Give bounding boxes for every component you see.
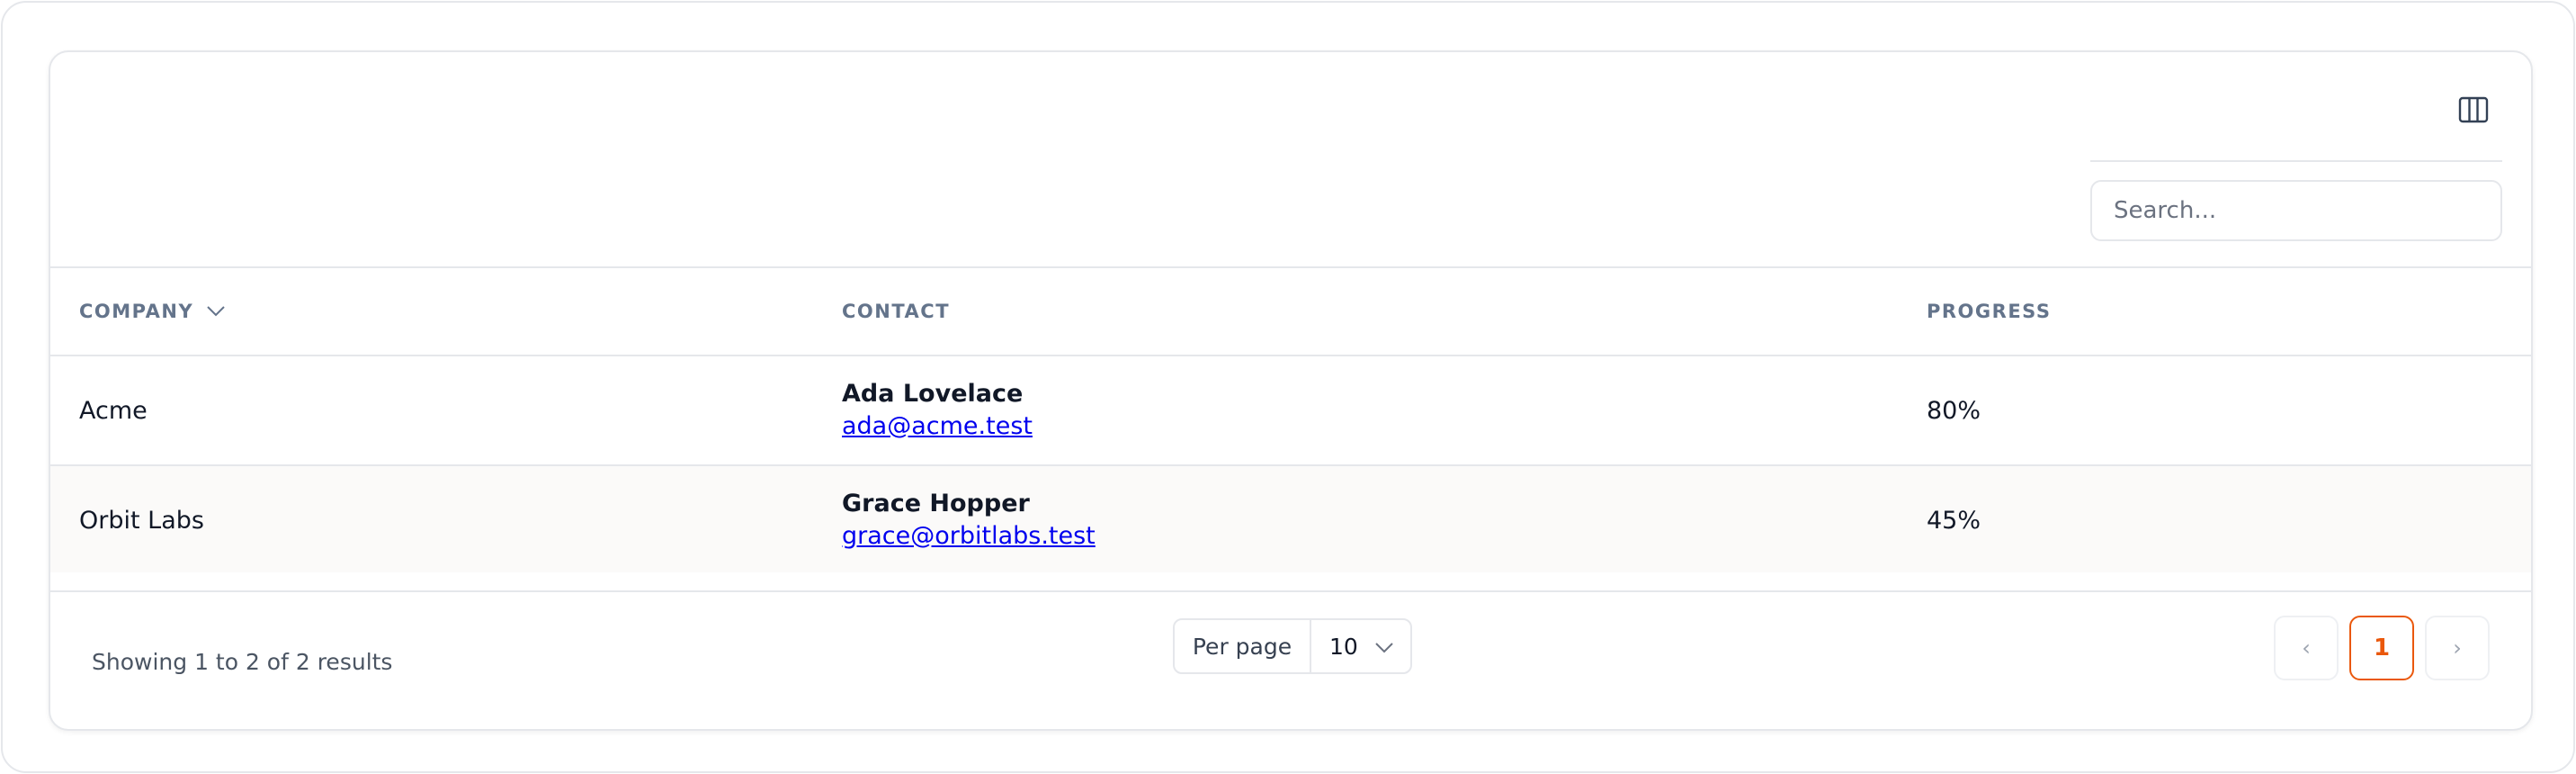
- contact-cell: Grace Hopper grace@orbitlabs.test: [842, 466, 1096, 574]
- chevron-down-icon: [1374, 634, 1394, 660]
- table-card: COMPANY CONTACT PROGRESS Acme Ada Lovela…: [49, 50, 2533, 731]
- per-page-control: Per page 10: [1173, 618, 1412, 674]
- footer-divider: [50, 590, 2531, 592]
- progress-cell: 45%: [1927, 506, 1981, 535]
- columns-icon: [2458, 96, 2489, 127]
- column-header-label: CONTACT: [842, 301, 951, 322]
- table-row: Orbit Labs Grace Hopper grace@orbitlabs.…: [50, 464, 2531, 572]
- previous-page-button[interactable]: ‹: [2274, 616, 2339, 680]
- company-cell: Orbit Labs: [79, 506, 204, 535]
- page-frame: COMPANY CONTACT PROGRESS Acme Ada Lovela…: [1, 1, 2575, 773]
- pagination: ‹ 1 ›: [2274, 616, 2490, 680]
- contact-cell: Ada Lovelace ada@acme.test: [842, 356, 1033, 464]
- column-header-contact: CONTACT: [842, 268, 950, 355]
- per-page-select[interactable]: 10: [1311, 620, 1410, 672]
- contact-email-link[interactable]: grace@orbitlabs.test: [842, 520, 1096, 553]
- contact-name: Ada Lovelace: [842, 380, 1024, 408]
- column-header-label: PROGRESS: [1927, 301, 2052, 322]
- column-header-progress: PROGRESS: [1927, 268, 2051, 355]
- per-page-value: 10: [1329, 633, 1358, 660]
- next-page-button[interactable]: ›: [2425, 616, 2490, 680]
- chevron-down-icon: [206, 305, 226, 318]
- per-page-label: Per page: [1175, 620, 1311, 672]
- progress-cell: 80%: [1927, 396, 1981, 425]
- contact-email-link[interactable]: ada@acme.test: [842, 410, 1033, 443]
- column-header-label: COMPANY: [79, 301, 194, 322]
- contact-name: Grace Hopper: [842, 490, 1030, 518]
- column-header-company[interactable]: COMPANY: [79, 268, 226, 355]
- table-row: Acme Ada Lovelace ada@acme.test 80%: [50, 355, 2531, 463]
- table-header: COMPANY CONTACT PROGRESS: [50, 268, 2531, 355]
- search-input[interactable]: [2090, 180, 2502, 241]
- results-summary: Showing 1 to 2 of 2 results: [92, 648, 393, 675]
- page-1-button[interactable]: 1: [2349, 616, 2414, 680]
- company-cell: Acme: [79, 396, 148, 425]
- toolbar-divider: [2090, 160, 2502, 162]
- column-toggle-button[interactable]: [2455, 95, 2491, 128]
